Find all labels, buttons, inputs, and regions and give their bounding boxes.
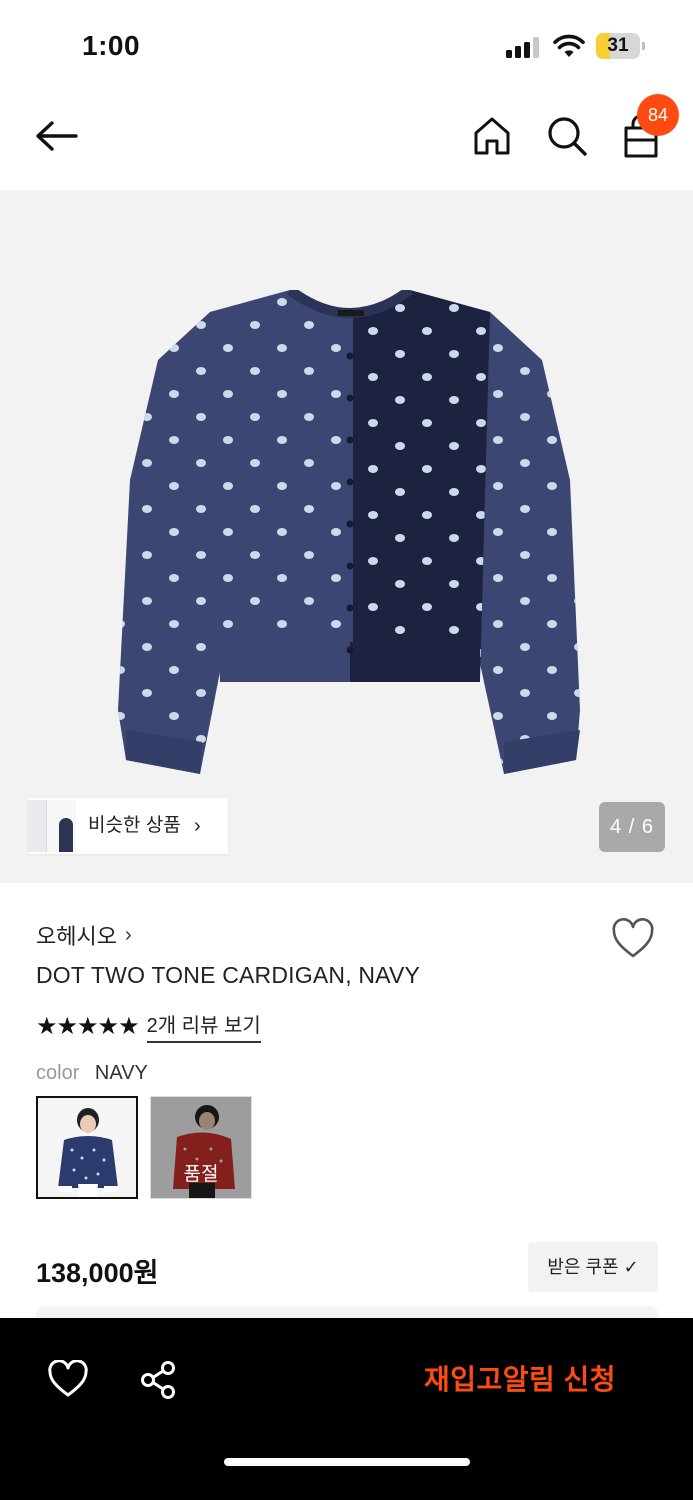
search-icon[interactable] xyxy=(545,114,589,158)
wifi-icon xyxy=(553,34,585,57)
cellular-signal-icon xyxy=(506,36,542,58)
color-option-row: color NAVY xyxy=(36,1062,148,1085)
image-page-indicator: 4 / 6 xyxy=(599,802,665,852)
color-label: color xyxy=(36,1062,80,1084)
home-icon[interactable] xyxy=(470,114,514,158)
similar-products-button[interactable]: 비슷한 상품 › xyxy=(28,798,228,854)
product-image xyxy=(118,290,580,774)
product-price: 138,000원 xyxy=(36,1258,159,1288)
status-time: 1:00 xyxy=(82,30,141,61)
battery-icon: 31 xyxy=(596,33,646,59)
star-rating: ★★★★★ xyxy=(36,1012,140,1040)
chevron-right-icon: › xyxy=(124,923,132,946)
reviews-link[interactable]: 2개 리뷰 보기 xyxy=(146,1009,261,1043)
received-coupon-button[interactable]: 받은 쿠폰 ✓ xyxy=(528,1242,658,1292)
heart-icon[interactable] xyxy=(48,1360,88,1398)
product-image-gallery[interactable]: 비슷한 상품 › 4 / 6 xyxy=(0,190,693,883)
share-icon[interactable] xyxy=(139,1360,179,1400)
bottom-action-bar: 재입고알림 신청 xyxy=(0,1318,693,1500)
rating-row: ★★★★★ 2개 리뷰 보기 xyxy=(36,1009,261,1043)
similar-product-thumbnails xyxy=(28,798,88,854)
top-nav-bar xyxy=(0,90,693,190)
cart-count-badge: 84 xyxy=(637,94,679,136)
color-swatch-navy[interactable] xyxy=(36,1096,138,1199)
heart-icon[interactable] xyxy=(611,918,655,960)
back-arrow-icon[interactable] xyxy=(32,116,82,156)
color-value: NAVY xyxy=(94,1062,148,1084)
home-indicator[interactable] xyxy=(224,1458,470,1466)
restock-alert-button[interactable]: 재입고알림 신청 xyxy=(400,1358,640,1402)
status-bar: 1:00 31 xyxy=(0,0,693,90)
battery-level: 31 xyxy=(607,35,629,56)
model-photo-navy xyxy=(38,1098,136,1197)
sold-out-label: 품절 xyxy=(183,1164,219,1185)
color-swatch-red-sold-out[interactable]: 품절 xyxy=(150,1096,252,1199)
brand-name: 오헤시오 xyxy=(36,924,117,949)
similar-products-label: 비슷한 상품 xyxy=(88,815,181,836)
product-title: DOT TWO TONE CARDIGAN, NAVY xyxy=(36,962,421,988)
chevron-right-icon: › xyxy=(194,815,201,837)
brand-link[interactable]: 오헤시오 › xyxy=(36,918,132,952)
